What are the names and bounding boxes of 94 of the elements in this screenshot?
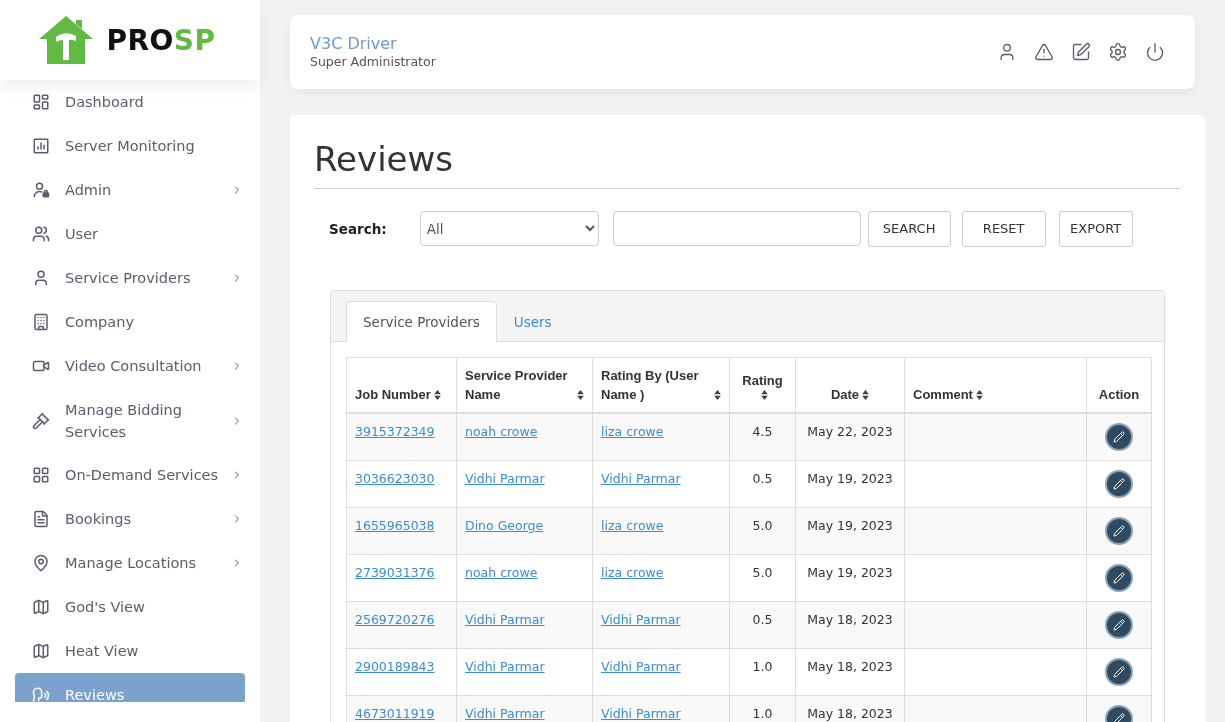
users-icon (32, 225, 50, 243)
column-header: Date (830, 386, 860, 404)
edit-button[interactable] (1105, 422, 1133, 451)
date-cell: May 18, 2023 (795, 601, 905, 648)
provider-link[interactable]: noah crowe (465, 424, 538, 439)
date-cell: May 22, 2023 (795, 413, 905, 460)
sort-icon[interactable] (862, 390, 870, 400)
date-cell: May 19, 2023 (795, 554, 905, 601)
user-link[interactable]: liza crowe (601, 424, 664, 439)
rating-cell: 5.0 (729, 507, 796, 554)
speaking-person-icon (32, 686, 50, 702)
edit-button[interactable] (1105, 563, 1133, 592)
building-icon (32, 313, 50, 331)
sidebar-item[interactable]: Company (15, 300, 245, 344)
grid-icon (32, 466, 50, 484)
pencil-icon (1113, 430, 1125, 443)
tab[interactable]: Users (496, 301, 569, 342)
sidebar-item[interactable]: Manage Locations (15, 541, 245, 585)
column-header: Action (1098, 386, 1140, 404)
sidebar-item[interactable]: Admin (15, 168, 245, 212)
search-input[interactable] (612, 211, 861, 246)
column-header: Job Number (355, 386, 431, 404)
provider-link[interactable]: Dino George (465, 517, 544, 533)
sidebar-item[interactable]: Video Consultation (15, 344, 245, 388)
edit-button[interactable] (1105, 657, 1133, 686)
action-button[interactable]: RESET (961, 210, 1046, 247)
edit-button[interactable] (1105, 516, 1133, 545)
sort-icon[interactable] (975, 390, 983, 400)
sort-icon[interactable] (577, 390, 584, 400)
edit-icon[interactable] (1071, 42, 1091, 62)
house-logo-icon (38, 15, 95, 65)
sidebar-item[interactable]: Reviews (15, 673, 245, 702)
bar-chart-icon (32, 137, 50, 155)
rating-cell: 4.5 (729, 413, 796, 460)
user-role: Super Administrator (310, 54, 436, 70)
tab[interactable]: Service Providers (346, 301, 497, 342)
sidebar-item[interactable]: Service Providers (15, 256, 245, 300)
pencil-icon (1113, 712, 1125, 722)
user-link[interactable]: Vidhi Parmar (601, 470, 681, 486)
edit-button[interactable] (1105, 610, 1133, 639)
action-button[interactable]: SEARCH (867, 210, 951, 247)
edit-button[interactable] (1105, 469, 1133, 498)
sort-icon[interactable] (714, 390, 721, 400)
rating-cell: 0.5 (729, 460, 796, 507)
user-link[interactable]: liza crowe (601, 517, 664, 533)
sort-icon[interactable] (760, 390, 768, 400)
dashboard-icon (32, 93, 50, 111)
date-cell: May 18, 2023 (795, 648, 905, 695)
document-icon (32, 510, 50, 528)
map-icon (32, 598, 50, 616)
gavel-icon (32, 411, 50, 430)
date-cell: May 19, 2023 (795, 460, 905, 507)
user-icon (32, 269, 50, 287)
provider-link[interactable]: Vidhi Parmar (465, 658, 545, 674)
column-header: Rating By (User Name ) (601, 367, 700, 404)
page-title: Reviews (314, 138, 455, 181)
pencil-icon (1113, 477, 1125, 490)
provider-link[interactable]: Vidhi Parmar (465, 470, 545, 486)
user-lock-icon (32, 181, 50, 199)
user-link[interactable]: liza crowe (601, 564, 664, 580)
date-cell: May 19, 2023 (795, 507, 905, 554)
user-link[interactable]: Vidhi Parmar (601, 611, 681, 627)
sidebar-item[interactable]: User (15, 212, 245, 256)
column-header: Rating (742, 372, 783, 390)
user-link[interactable]: Vidhi Parmar (601, 658, 681, 674)
pencil-icon (1113, 618, 1125, 631)
sidebar-item[interactable]: Manage Bidding Services (15, 388, 245, 453)
filter-select[interactable]: All (419, 211, 599, 246)
pencil-icon (1113, 665, 1125, 678)
settings-icon[interactable] (1108, 42, 1128, 62)
power-icon[interactable] (1145, 42, 1165, 62)
rating-cell: 1.0 (729, 648, 796, 695)
user-name: V3C Driver (310, 34, 397, 54)
provider-link[interactable]: noah crowe (465, 564, 538, 580)
sidebar-item[interactable]: Server Monitoring (15, 124, 245, 168)
sidebar-item[interactable]: Heat View (15, 629, 245, 673)
search-label: Search: (329, 220, 387, 237)
rating-cell: 5.0 (729, 554, 796, 601)
pencil-icon (1113, 571, 1125, 584)
sort-icon[interactable] (433, 390, 441, 400)
rating-cell: 0.5 (729, 601, 796, 648)
location-pin-icon (32, 554, 50, 572)
sidebar-item[interactable]: Bookings (15, 497, 245, 541)
pencil-icon (1113, 524, 1125, 537)
warning-icon[interactable] (1034, 42, 1054, 62)
sidebar-item[interactable]: God's View (15, 585, 245, 629)
logo-text: PROSP (106, 23, 216, 57)
provider-link[interactable]: Vidhi Parmar (465, 611, 545, 627)
sidebar-item[interactable]: Dashboard (15, 80, 245, 124)
map-icon (32, 642, 50, 660)
column-header: Comment (913, 386, 973, 404)
column-header: Service Provider Name (465, 367, 569, 404)
action-button[interactable]: EXPORT (1058, 210, 1133, 247)
sidebar-item[interactable]: On-Demand Services (15, 453, 245, 497)
